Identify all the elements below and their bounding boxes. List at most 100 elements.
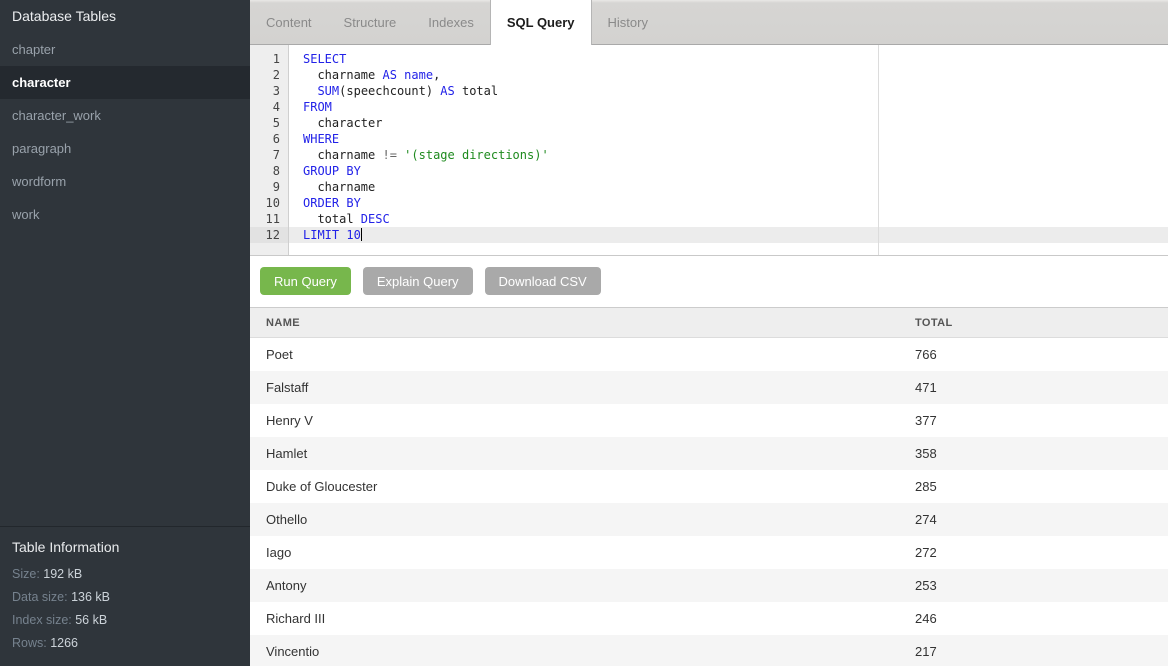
sql-token: total bbox=[455, 84, 498, 98]
line-number: 4 bbox=[250, 99, 289, 115]
sql-token: != bbox=[382, 148, 396, 162]
result-cell-name: Duke of Gloucester bbox=[250, 479, 915, 494]
result-cell-name: Poet bbox=[250, 347, 915, 362]
line-number: 10 bbox=[250, 195, 289, 211]
table-info-label: Index size: bbox=[12, 613, 75, 627]
sql-token: charname bbox=[303, 68, 382, 82]
sql-token: total bbox=[303, 212, 361, 226]
code-text: charname bbox=[289, 179, 1168, 195]
result-cell-name: Richard III bbox=[250, 611, 915, 626]
table-info-row: Index size: 56 kB bbox=[12, 612, 238, 629]
result-cell-total: 274 bbox=[915, 512, 1168, 527]
sql-token: character bbox=[303, 116, 382, 130]
table-info-label: Size: bbox=[12, 567, 43, 581]
line-number: 8 bbox=[250, 163, 289, 179]
result-row: Othello274 bbox=[250, 503, 1168, 536]
code-line: 2 charname AS name, bbox=[250, 67, 1168, 83]
result-cell-name: Hamlet bbox=[250, 446, 915, 461]
tab-label: Indexes bbox=[428, 15, 474, 30]
result-row: Falstaff471 bbox=[250, 371, 1168, 404]
result-row: Hamlet358 bbox=[250, 437, 1168, 470]
code-text: SELECT bbox=[289, 51, 1168, 67]
sidebar-item-paragraph[interactable]: paragraph bbox=[0, 132, 250, 165]
text-cursor bbox=[361, 228, 362, 241]
code-line: 4FROM bbox=[250, 99, 1168, 115]
code-text: GROUP BY bbox=[289, 163, 1168, 179]
table-info-rows: Size: 192 kBData size: 136 kBIndex size:… bbox=[12, 566, 238, 652]
code-line: 1SELECT bbox=[250, 51, 1168, 67]
table-info-title: Table Information bbox=[12, 539, 238, 555]
code-line: 11 total DESC bbox=[250, 211, 1168, 227]
run-query-button[interactable]: Run Query bbox=[260, 267, 351, 295]
sql-token: AS bbox=[440, 84, 454, 98]
table-info-row: Rows: 1266 bbox=[12, 635, 238, 652]
sidebar-item-label: chapter bbox=[12, 42, 55, 57]
sql-token: charname bbox=[303, 148, 382, 162]
result-cell-total: 377 bbox=[915, 413, 1168, 428]
code-text: FROM bbox=[289, 99, 1168, 115]
line-number: 1 bbox=[250, 51, 289, 67]
sidebar: Database Tables chapter charactercharacte… bbox=[0, 0, 250, 666]
sidebar-item-label: paragraph bbox=[12, 141, 71, 156]
code-line: 5 character bbox=[250, 115, 1168, 131]
tab-label: SQL Query bbox=[507, 15, 575, 30]
sidebar-item-character_work[interactable]: character_work bbox=[0, 99, 250, 132]
result-cell-total: 358 bbox=[915, 446, 1168, 461]
column-header-name: NAME bbox=[250, 317, 915, 329]
sidebar-item-label: work bbox=[12, 207, 39, 222]
result-cell-total: 272 bbox=[915, 545, 1168, 560]
code-text: charname != '(stage directions)' bbox=[289, 147, 1168, 163]
sql-token: charname bbox=[303, 180, 375, 194]
table-info-label: Rows: bbox=[12, 636, 50, 650]
sql-token: GROUP BY bbox=[303, 164, 361, 178]
sidebar-item-work[interactable]: work bbox=[0, 198, 250, 231]
sql-token: ORDER BY bbox=[303, 196, 361, 210]
editor-pane-divider[interactable] bbox=[878, 45, 879, 255]
result-row: Richard III246 bbox=[250, 602, 1168, 635]
result-row: Antony253 bbox=[250, 569, 1168, 602]
sql-token: DESC bbox=[361, 212, 390, 226]
code-line: 6WHERE bbox=[250, 131, 1168, 147]
table-info-panel: Table Information Size: 192 kBData size:… bbox=[0, 526, 250, 666]
code-line: 3 SUM(speechcount) AS total bbox=[250, 83, 1168, 99]
sql-token: (speechcount) bbox=[339, 84, 440, 98]
results-table: NAME TOTAL Poet766Falstaff471Henry V377H… bbox=[250, 307, 1168, 666]
query-actions: Run Query Explain Query Download CSV bbox=[250, 256, 1168, 307]
tab-structure[interactable]: Structure bbox=[328, 0, 413, 44]
code-line: 8 GROUP BY bbox=[250, 163, 1168, 179]
code-line: 12LIMIT 10 bbox=[250, 227, 1168, 243]
table-info-row: Size: 192 kB bbox=[12, 566, 238, 583]
line-number: 3 bbox=[250, 83, 289, 99]
table-info-value: 136 kB bbox=[71, 590, 110, 604]
tab-history[interactable]: History bbox=[592, 0, 664, 44]
line-number: 11 bbox=[250, 211, 289, 227]
sidebar-item-character[interactable]: character bbox=[0, 66, 250, 99]
sidebar-item-chapter[interactable]: chapter bbox=[0, 33, 250, 66]
result-cell-name: Iago bbox=[250, 545, 915, 560]
sql-editor[interactable]: 1SELECT2 charname AS name,3 SUM(speechco… bbox=[250, 45, 1168, 256]
tab-sql-query[interactable]: SQL Query bbox=[490, 0, 592, 45]
line-number: 12 bbox=[250, 227, 289, 243]
result-row: Henry V377 bbox=[250, 404, 1168, 437]
tab-content[interactable]: Content bbox=[250, 0, 328, 44]
tab-label: Structure bbox=[344, 15, 397, 30]
results-body: Poet766Falstaff471Henry V377Hamlet358Duk… bbox=[250, 338, 1168, 666]
table-info-value: 192 kB bbox=[43, 567, 82, 581]
code-line: 7 charname != '(stage directions)' bbox=[250, 147, 1168, 163]
tab-indexes[interactable]: Indexes bbox=[412, 0, 490, 44]
results-header: NAME TOTAL bbox=[250, 308, 1168, 338]
table-info-value: 1266 bbox=[50, 636, 78, 650]
result-row: Poet766 bbox=[250, 338, 1168, 371]
sidebar-title: Database Tables bbox=[0, 0, 250, 33]
sql-token: name bbox=[404, 68, 433, 82]
line-number: 6 bbox=[250, 131, 289, 147]
result-cell-name: Vincentio bbox=[250, 644, 915, 659]
main-panel: ContentStructureIndexesSQL QueryHistory … bbox=[250, 0, 1168, 666]
table-list: chapter charactercharacter_work paragraph w… bbox=[0, 33, 250, 231]
result-cell-total: 253 bbox=[915, 578, 1168, 593]
sql-token: AS bbox=[382, 68, 396, 82]
download-csv-button[interactable]: Download CSV bbox=[485, 267, 601, 295]
explain-query-button[interactable]: Explain Query bbox=[363, 267, 473, 295]
code-text: character bbox=[289, 115, 1168, 131]
sidebar-item-wordform[interactable]: wordform bbox=[0, 165, 250, 198]
